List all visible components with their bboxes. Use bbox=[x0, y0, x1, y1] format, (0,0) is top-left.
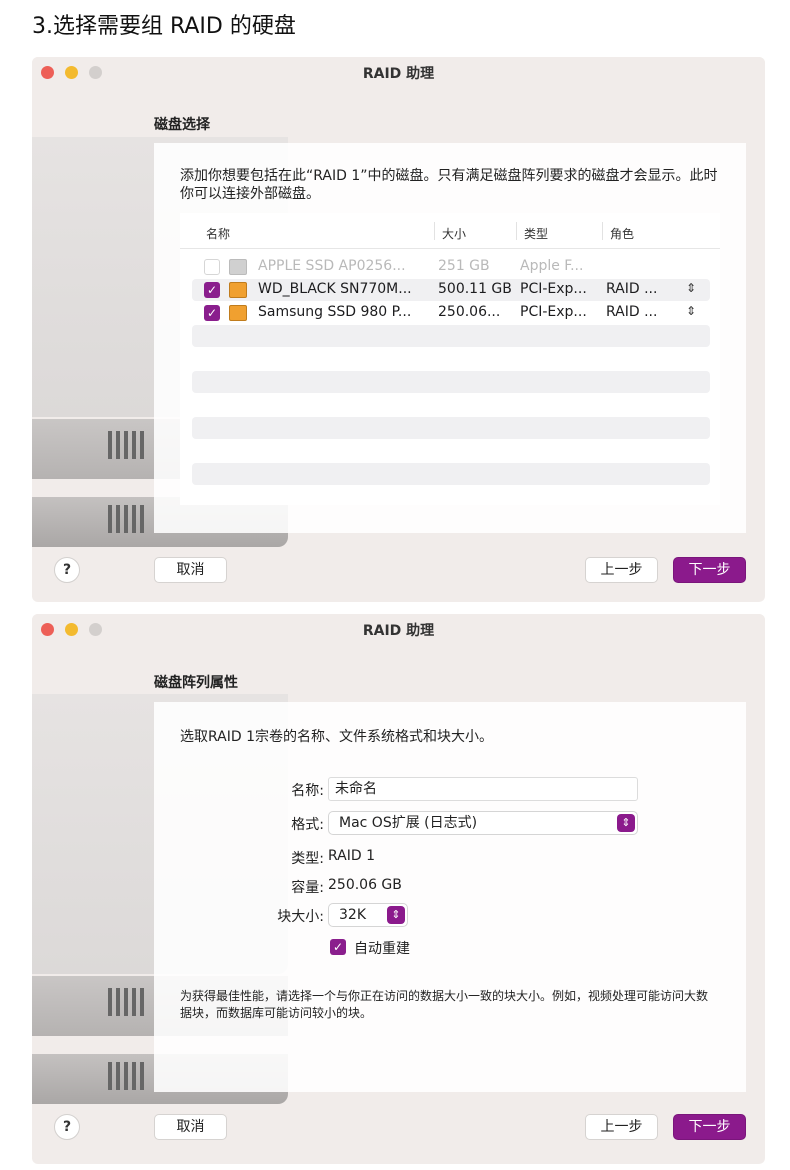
vent-icon bbox=[108, 988, 112, 1016]
help-button[interactable]: ? bbox=[54, 557, 80, 583]
vent-icon bbox=[140, 431, 144, 459]
auto-rebuild-checkbox[interactable]: ✓ bbox=[330, 939, 346, 955]
raid-assistant-window-disk-selection: RAID 助理 磁盘选择 添加你想要包括在此“RAID 1”中的磁盘。只有满足磁… bbox=[32, 57, 765, 602]
disk-role[interactable]: RAID ... bbox=[606, 281, 657, 297]
column-header-size[interactable]: 大小 bbox=[442, 225, 466, 242]
type-value: RAID 1 bbox=[328, 848, 376, 864]
disk-name: APPLE SSD AP0256... bbox=[258, 258, 406, 274]
raid-assistant-window-array-properties: RAID 助理 磁盘阵列属性 选取RAID 1宗卷的名称、文件系统格式和块大小。… bbox=[32, 614, 765, 1164]
vent-icon bbox=[116, 988, 120, 1016]
block-size-select[interactable]: 32K ⇕ bbox=[328, 903, 408, 927]
format-label: 格式: bbox=[291, 817, 324, 833]
vent-icon bbox=[132, 988, 136, 1016]
disk-size: 500.11 GB bbox=[438, 281, 512, 297]
table-row[interactable]: ✓ WD_BLACK SN770M... 500.11 GB PCI-Exp..… bbox=[192, 279, 710, 301]
up-down-chevron-icon[interactable]: ⇕ bbox=[686, 304, 696, 318]
description: 选取RAID 1宗卷的名称、文件系统格式和块大小。 bbox=[180, 729, 494, 745]
header-divider bbox=[180, 248, 720, 249]
vent-icon bbox=[116, 431, 120, 459]
back-button[interactable]: 上一步 bbox=[585, 1114, 658, 1140]
vent-icon bbox=[124, 988, 128, 1016]
description: 添加你想要包括在此“RAID 1”中的磁盘。只有满足磁盘阵列要求的磁盘才会显示。… bbox=[180, 168, 718, 202]
disk-icon bbox=[229, 259, 247, 275]
empty-row bbox=[192, 371, 710, 393]
next-button[interactable]: 下一步 bbox=[673, 557, 746, 583]
table-row[interactable]: ✓ Samsung SSD 980 P... 250.06... PCI-Exp… bbox=[192, 302, 710, 324]
vent-icon bbox=[124, 505, 128, 533]
back-button[interactable]: 上一步 bbox=[585, 557, 658, 583]
section-title: 磁盘选择 bbox=[154, 117, 210, 133]
format-value: Mac OS扩展 (日志式) bbox=[339, 815, 478, 831]
vent-icon bbox=[132, 1062, 136, 1090]
disk-role[interactable]: RAID ... bbox=[606, 304, 657, 320]
page-heading: 3.选择需要组 RAID 的硬盘 bbox=[32, 14, 296, 39]
column-header-role[interactable]: 角色 bbox=[610, 225, 634, 242]
up-down-chevron-icon: ⇕ bbox=[617, 814, 635, 832]
auto-rebuild-label: 自动重建 bbox=[354, 941, 410, 957]
help-button[interactable]: ? bbox=[54, 1114, 80, 1140]
disk-table: 名称 大小 类型 角色 APPLE SSD AP0256... 251 GB A… bbox=[180, 213, 720, 505]
cancel-button[interactable]: 取消 bbox=[154, 1114, 227, 1140]
empty-row bbox=[192, 463, 710, 485]
disk-type: PCI-Exp... bbox=[520, 281, 587, 297]
type-label: 类型: bbox=[291, 851, 324, 867]
disk-name: WD_BLACK SN770M... bbox=[258, 281, 412, 297]
volume-name-input[interactable]: 未命名 bbox=[328, 777, 638, 801]
disk-type: PCI-Exp... bbox=[520, 304, 587, 320]
name-label: 名称: bbox=[291, 783, 324, 799]
disk-size: 251 GB bbox=[438, 258, 490, 274]
cancel-button[interactable]: 取消 bbox=[154, 557, 227, 583]
window-title: RAID 助理 bbox=[362, 623, 435, 639]
disk-selection-panel: 添加你想要包括在此“RAID 1”中的磁盘。只有满足磁盘阵列要求的磁盘才会显示。… bbox=[154, 143, 746, 533]
empty-row bbox=[192, 325, 710, 347]
vent-icon bbox=[132, 505, 136, 533]
column-header-name[interactable]: 名称 bbox=[206, 225, 230, 242]
array-properties-panel: 选取RAID 1宗卷的名称、文件系统格式和块大小。 名称: 未命名 格式: Ma… bbox=[154, 702, 746, 1092]
checkbox-checked[interactable]: ✓ bbox=[204, 282, 220, 298]
table-row: APPLE SSD AP0256... 251 GB Apple F... bbox=[192, 256, 710, 278]
block-size-label: 块大小: bbox=[277, 909, 324, 925]
up-down-chevron-icon[interactable]: ⇕ bbox=[686, 281, 696, 295]
vent-icon bbox=[116, 1062, 120, 1090]
vent-icon bbox=[108, 431, 112, 459]
vent-icon bbox=[116, 505, 120, 533]
disk-size: 250.06... bbox=[438, 304, 501, 320]
block-size-hint: 为获得最佳性能，请选择一个与你正在访问的数据大小一致的块大小。例如，视频处理可能… bbox=[180, 989, 709, 1020]
title-bar: RAID 助理 bbox=[32, 57, 765, 87]
vent-icon bbox=[108, 505, 112, 533]
window-title: RAID 助理 bbox=[362, 66, 435, 82]
capacity-value: 250.06 GB bbox=[328, 877, 402, 893]
column-separator bbox=[602, 222, 603, 240]
column-separator bbox=[434, 222, 435, 240]
vent-icon bbox=[140, 1062, 144, 1090]
checkmark-icon: ✓ bbox=[332, 940, 344, 954]
disk-icon bbox=[229, 305, 247, 321]
checkmark-icon: ✓ bbox=[206, 283, 218, 297]
title-bar: RAID 助理 bbox=[32, 614, 765, 644]
empty-row bbox=[192, 417, 710, 439]
disk-type: Apple F... bbox=[520, 258, 584, 274]
checkbox bbox=[204, 259, 220, 275]
vent-icon bbox=[124, 1062, 128, 1090]
block-size-value: 32K bbox=[339, 907, 366, 923]
disk-icon bbox=[229, 282, 247, 298]
checkmark-icon: ✓ bbox=[206, 306, 218, 320]
column-header-type[interactable]: 类型 bbox=[524, 225, 548, 242]
vent-icon bbox=[108, 1062, 112, 1090]
capacity-label: 容量: bbox=[291, 880, 324, 896]
vent-icon bbox=[132, 431, 136, 459]
section-title: 磁盘阵列属性 bbox=[154, 675, 238, 691]
vent-icon bbox=[140, 988, 144, 1016]
disk-name: Samsung SSD 980 P... bbox=[258, 304, 412, 320]
vent-icon bbox=[124, 431, 128, 459]
up-down-chevron-icon: ⇕ bbox=[387, 906, 405, 924]
checkbox-checked[interactable]: ✓ bbox=[204, 305, 220, 321]
vent-icon bbox=[140, 505, 144, 533]
next-button[interactable]: 下一步 bbox=[673, 1114, 746, 1140]
column-separator bbox=[516, 222, 517, 240]
format-select[interactable]: Mac OS扩展 (日志式) ⇕ bbox=[328, 811, 638, 835]
